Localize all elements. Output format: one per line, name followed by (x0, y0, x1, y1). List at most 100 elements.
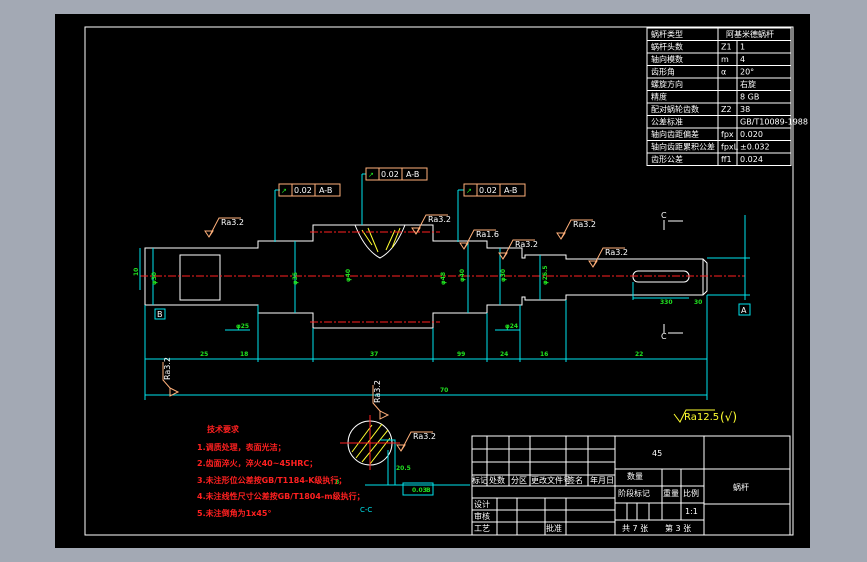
tech-title: 技术要求 (207, 424, 240, 434)
param-value: ±0.032 (740, 143, 770, 152)
roughness-value: Ra3.2 (221, 218, 244, 227)
dimension-text: φ30 (151, 272, 158, 285)
param-value: 4 (740, 55, 745, 64)
tolerance-value: 0.02 (294, 186, 312, 195)
roughness-value: Ra3.2 (163, 357, 172, 380)
dimension-text: 22 (635, 351, 643, 358)
dimension-text: φ40 (345, 269, 352, 282)
rev-header: 年月日 (590, 475, 614, 485)
roughness-value: Ra1.6 (476, 230, 499, 239)
role-approve: 批准 (546, 523, 562, 533)
dimension-text: 70 (440, 387, 448, 394)
runout-symbol-icon: ↗ (368, 171, 374, 179)
param-symbol: Z1 (721, 43, 732, 52)
general-roughness: Ra12.5 (684, 412, 719, 423)
param-label: 轴向齿距偏差 (651, 129, 699, 139)
dimension-text: φ30 (500, 269, 507, 282)
param-label: 公差标准 (651, 117, 683, 127)
param-label: 精度 (651, 92, 667, 102)
datum-a-label: A (741, 306, 747, 315)
drawing-background (55, 14, 810, 548)
param-value: GB/T10089-1988 (740, 118, 808, 127)
dimension-text: 330 (660, 299, 673, 306)
scale-value: 1:1 (685, 507, 698, 516)
runout-symbol-icon: ↗ (281, 187, 287, 195)
tolerance-datum: A-B (319, 186, 332, 195)
dimension-text: 99 (457, 351, 465, 358)
sheet-number: 第 3 张 (665, 523, 691, 533)
dimension-text: φ40 (459, 269, 466, 282)
param-value: 0.024 (740, 155, 763, 164)
param-symbol: ff1 (721, 155, 732, 164)
roughness-value: Ra3.2 (428, 215, 451, 224)
tech-item: 1.调质处理，表面光洁； (197, 442, 286, 453)
param-symbol: m (721, 55, 729, 64)
section-label-top: C (661, 211, 667, 220)
param-label: 蜗杆头数 (651, 42, 683, 52)
section-frame-datum: B (426, 487, 431, 494)
param-symbol: fpxL (721, 143, 739, 152)
tolerance-datum: A-B (406, 170, 419, 179)
dimension-text: 18 (240, 351, 248, 358)
tech-item: 3.未注形位公差按GB/T1184-K级执行； (197, 475, 346, 486)
param-label: 螺旋方向 (651, 79, 683, 89)
role-process: 工艺 (474, 524, 490, 533)
param-value: 8 GB (740, 93, 759, 102)
param-value: 20° (740, 68, 754, 77)
param-label: 轴向模数 (651, 54, 683, 64)
mass-label: 重量 (663, 488, 679, 498)
qty-label: 数量 (627, 471, 643, 481)
param-label: 齿形角 (651, 67, 675, 77)
cad-drawing-sheet: 蜗杆类型 阿基米德蜗杆蜗杆头数 Z1 1 轴向模数 m 4 齿形角 α 20° 螺旋方向 右旋精度 8 … (55, 14, 810, 548)
stage-label: 阶段标记 (618, 488, 650, 498)
roughness-value: Ra3.2 (413, 432, 436, 441)
param-value: 1 (740, 43, 745, 52)
param-symbol: α (721, 68, 726, 77)
role-design: 设计 (474, 499, 490, 509)
roughness-value: Ra3.2 (515, 240, 538, 249)
dimension-text: φ25 (236, 323, 249, 330)
general-roughness-suffix: (√) (720, 410, 737, 424)
dimension-text: 30 (694, 299, 702, 306)
dimension-text: 10 (133, 268, 140, 276)
dimension-text: φ48 (440, 272, 447, 285)
param-label: 齿形公差 (651, 154, 683, 164)
roughness-value: Ra3.2 (373, 380, 382, 403)
rev-header: 处数 (489, 475, 505, 485)
tolerance-value: 0.02 (381, 170, 399, 179)
section-label-bottom: C (661, 332, 667, 341)
dimension-text: 37 (370, 351, 378, 358)
material: 45 (652, 449, 662, 458)
dimension-text: 16 (540, 351, 548, 358)
tolerance-value: 0.02 (479, 186, 497, 195)
section-dim-2: 20.5 (396, 465, 411, 472)
dimension-text: φ24 (505, 323, 518, 330)
param-symbol: Z2 (721, 105, 732, 114)
role-review: 审核 (474, 511, 490, 521)
param-label: 轴向齿距累积公差 (651, 142, 715, 152)
roughness-value: Ra3.2 (605, 248, 628, 257)
datum-b-label: B (157, 310, 163, 319)
param-label: 配对蜗轮齿数 (651, 104, 699, 114)
param-header-label: 蜗杆类型 (651, 29, 683, 39)
scale-label: 比例 (683, 488, 699, 498)
param-value: 0.020 (740, 130, 763, 139)
rev-header: 签名 (567, 475, 583, 485)
section-title: C-C (360, 506, 372, 514)
roughness-value: Ra3.2 (573, 220, 596, 229)
dimension-text: 25 (200, 351, 208, 358)
rev-header: 标记 (472, 475, 488, 485)
dimension-text: φ26.5 (542, 266, 549, 286)
param-value: 38 (740, 105, 750, 114)
tolerance-datum: A-B (504, 186, 517, 195)
dimension-text: φ35 (292, 272, 299, 285)
tech-item: 2.齿面淬火，淬火40~45HRC； (197, 458, 317, 469)
param-value: 右旋 (740, 79, 756, 89)
rev-header: 分区 (511, 476, 527, 485)
sheets-total: 共 7 张 (622, 524, 648, 533)
drawing-title: 蜗杆 (733, 482, 749, 492)
param-symbol: fpx (721, 130, 734, 139)
dimension-text: 24 (500, 351, 508, 358)
tech-item: 5.未注倒角为1x45° (197, 508, 271, 518)
param-header-value: 阿基米德蜗杆 (726, 29, 774, 39)
